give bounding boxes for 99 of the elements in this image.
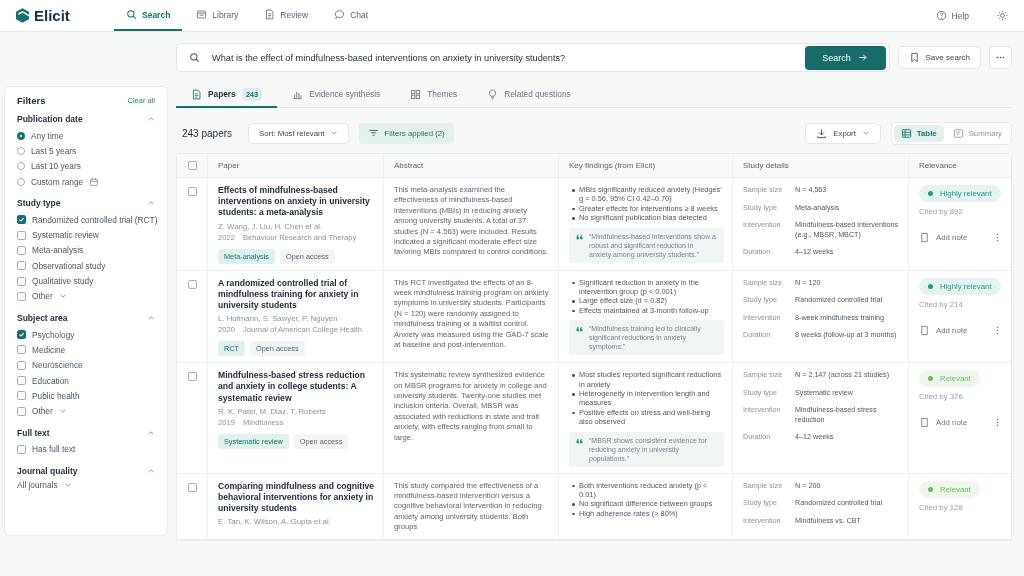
nav-icon — [264, 9, 276, 20]
caret-icon[interactable] — [58, 407, 67, 416]
checkbox[interactable] — [17, 391, 26, 401]
chevron-icon — [147, 115, 155, 123]
option-label: Psychology — [32, 329, 75, 340]
section-header[interactable]: Publication date — [17, 114, 155, 124]
chevron-icon — [147, 313, 155, 322]
checkbox[interactable] — [187, 279, 197, 289]
checkbox[interactable] — [17, 345, 26, 355]
option-label: Public health — [32, 390, 80, 401]
option-label: Any time — [31, 130, 64, 141]
paper-title[interactable]: A randomized controlled trial of mindfulness training for anxiety in university students — [218, 277, 375, 312]
section-header[interactable]: Journal quality — [17, 466, 155, 477]
summary-icon — [952, 127, 964, 139]
calendar-icon[interactable] — [89, 176, 100, 187]
checkbox[interactable] — [17, 444, 26, 454]
theme-toggle[interactable] — [997, 10, 1008, 21]
help-icon — [935, 10, 947, 21]
logo-icon — [16, 8, 29, 23]
nav-tab[interactable]: Review — [252, 0, 321, 31]
bookmark-icon — [908, 52, 920, 63]
paper-title[interactable]: Effects of mindfulness-based interventions on anxiety in university students: a meta-analysis — [218, 185, 375, 219]
note-icon — [919, 232, 930, 243]
caret-icon[interactable] — [58, 292, 67, 301]
section-header[interactable]: Subject area — [17, 312, 155, 323]
checkbox[interactable] — [17, 230, 26, 240]
more-button[interactable] — [989, 46, 1012, 69]
app-name: Elicit — [34, 7, 70, 24]
quote-icon — [576, 233, 583, 240]
view-tab[interactable]: Evidence synthesis — [277, 82, 396, 108]
search-button[interactable]: Search — [804, 45, 886, 70]
checkbox[interactable] — [17, 245, 26, 255]
view-tab[interactable]: Related questions — [472, 82, 586, 108]
option-label: Last 10 years — [31, 161, 81, 172]
checkbox[interactable] — [17, 406, 26, 416]
option-label: Other — [32, 406, 53, 417]
view-tab[interactable]: Themes — [395, 82, 473, 108]
column-header: Paper — [218, 161, 240, 170]
journal-dropdown[interactable]: All journals — [17, 480, 72, 491]
search-icon — [189, 52, 200, 63]
checkbox[interactable] — [17, 215, 26, 225]
filter-icon — [368, 127, 380, 139]
column-header: Relevance — [919, 161, 957, 170]
column-header: Key findings (from Elicit) — [569, 161, 656, 170]
arrow-icon — [856, 52, 868, 63]
option-label: Has full text — [32, 444, 76, 455]
option-label: Last 5 years — [31, 145, 77, 156]
search-field[interactable]: What is the effect of mindfulness-based interventions on anxiety in university students? Search — [176, 43, 890, 72]
paper-title[interactable]: Comparing mindfulness and cognitive behavioral interventions for anxiety in university students — [218, 480, 375, 515]
note-icon — [919, 417, 930, 429]
section-header[interactable]: Full text — [17, 427, 155, 438]
option-label: Qualitative study — [32, 276, 94, 286]
caret-icon — [330, 129, 339, 137]
option-label: Other — [32, 291, 53, 302]
tab-icon — [191, 88, 202, 100]
quote-icon — [576, 326, 583, 333]
column-header: Abstract — [394, 161, 424, 170]
section-header[interactable]: Study type — [17, 198, 155, 209]
checkbox[interactable] — [17, 376, 26, 385]
radio-button[interactable] — [17, 131, 25, 140]
download-icon — [816, 127, 828, 139]
tab-icon — [487, 88, 499, 100]
option-label: Neuroscience — [32, 360, 83, 371]
checkbox[interactable] — [17, 291, 26, 301]
option-label: Meta-analysis — [32, 245, 84, 256]
nav-icon — [334, 9, 346, 20]
option-label: Randomized controlled trial (RCT) — [32, 214, 158, 225]
nav-icon — [196, 9, 208, 20]
caret-icon — [861, 129, 870, 137]
nav-tab[interactable]: Search — [114, 0, 183, 31]
sun-icon — [997, 10, 1008, 21]
panel-title: Filters — [17, 95, 46, 106]
nav-tab[interactable]: Library — [184, 0, 251, 31]
column-header: Study details — [743, 161, 789, 170]
chevron-icon — [147, 428, 155, 437]
checkbox[interactable] — [17, 261, 26, 271]
checkbox[interactable] — [17, 276, 26, 286]
option-label: Systematic review — [32, 230, 99, 241]
option-label: Education — [32, 375, 69, 386]
tab-icon — [410, 88, 422, 100]
caret-icon — [63, 481, 72, 490]
quote-icon — [576, 437, 583, 444]
checkbox[interactable] — [187, 482, 197, 492]
save-search-button[interactable]: Save search — [897, 46, 981, 69]
checkbox[interactable] — [187, 372, 197, 382]
help-link[interactable]: Help — [935, 10, 969, 21]
note-icon — [919, 324, 930, 336]
checkbox[interactable] — [17, 360, 26, 370]
option-label: Medicine — [32, 344, 66, 355]
result-count: 243 papers — [182, 127, 233, 139]
option-label: Observational study — [32, 260, 106, 271]
checkbox[interactable] — [187, 187, 197, 196]
table-icon — [900, 127, 912, 139]
checkbox[interactable] — [187, 161, 197, 170]
nav-tab[interactable]: Chat — [322, 0, 381, 31]
nav-icon — [126, 9, 137, 20]
option-label: Custom range — [31, 176, 84, 187]
checkbox[interactable] — [17, 330, 26, 340]
paper-title[interactable]: Mindfulness-based stress reduction and anxiety in college students: A systematic review — [218, 370, 375, 404]
